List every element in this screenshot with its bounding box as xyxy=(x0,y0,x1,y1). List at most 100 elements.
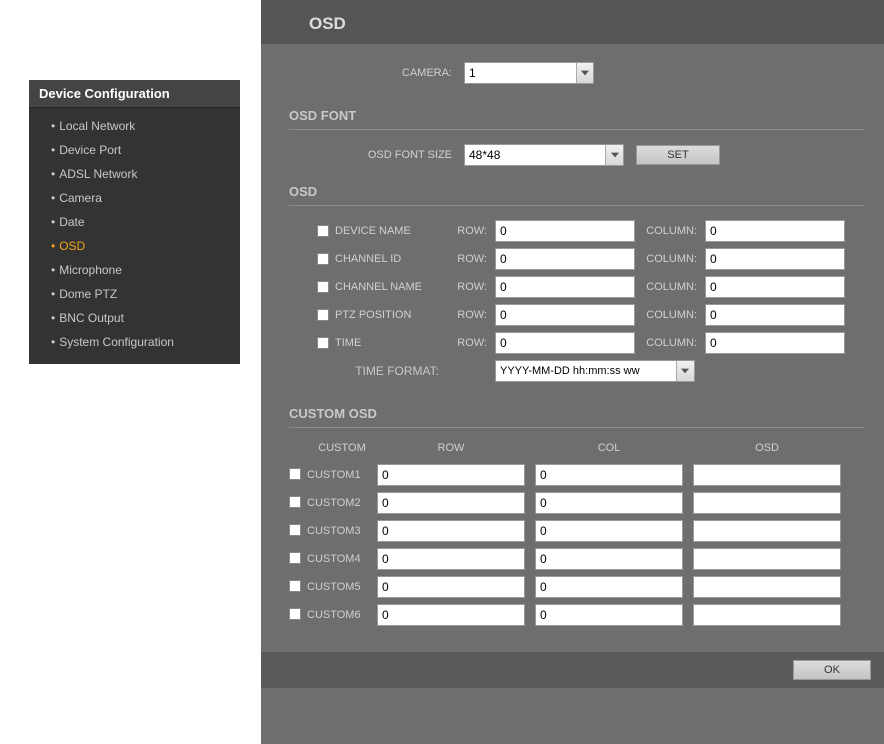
osd-row-device-name: DEVICE NAME ROW: COLUMN: xyxy=(317,220,865,242)
ok-button[interactable]: OK xyxy=(793,660,871,680)
footer: OK xyxy=(261,652,884,688)
channel-id-checkbox[interactable] xyxy=(317,253,329,265)
row-label: ROW: xyxy=(445,337,495,349)
sidebar-item-bnc-output[interactable]: •BNC Output xyxy=(29,306,240,330)
sidebar-item-label: Microphone xyxy=(59,263,122,277)
time-row-input[interactable] xyxy=(495,332,635,354)
sidebar-item-adsl-network[interactable]: •ADSL Network xyxy=(29,162,240,186)
chevron-down-icon[interactable] xyxy=(676,361,694,381)
custom4-row-input[interactable] xyxy=(377,548,525,570)
custom5-col-input[interactable] xyxy=(535,576,683,598)
custom2-row-input[interactable] xyxy=(377,492,525,514)
chevron-down-icon[interactable] xyxy=(576,63,593,83)
channel-id-row-input[interactable] xyxy=(495,248,635,270)
content: CAMERA: OSD FONT OSD FONT SIZE SET OSD xyxy=(261,44,884,626)
custom6-checkbox[interactable] xyxy=(289,608,301,620)
custom2-col-input[interactable] xyxy=(535,492,683,514)
time-label: TIME xyxy=(335,337,445,349)
sidebar-item-camera[interactable]: •Camera xyxy=(29,186,240,210)
time-col-input[interactable] xyxy=(705,332,845,354)
section-osd: OSD xyxy=(289,166,865,206)
ptz-position-row-input[interactable] xyxy=(495,304,635,326)
sidebar-item-label: Local Network xyxy=(59,119,135,133)
custom1-osd-input[interactable] xyxy=(693,464,841,486)
osd-font-size-row: OSD FONT SIZE SET xyxy=(289,144,865,166)
custom-head-osd: OSD xyxy=(693,442,841,454)
osd-row-time: TIME ROW: COLUMN: xyxy=(317,332,865,354)
custom1-row-input[interactable] xyxy=(377,464,525,486)
row-label: ROW: xyxy=(445,281,495,293)
osd-font-size-select[interactable] xyxy=(464,144,624,166)
custom3-checkbox[interactable] xyxy=(289,524,301,536)
set-button[interactable]: SET xyxy=(636,145,720,165)
bullet-icon: • xyxy=(51,311,55,325)
ptz-position-checkbox[interactable] xyxy=(317,309,329,321)
osd-font-size-value[interactable] xyxy=(465,145,605,165)
custom1-col-input[interactable] xyxy=(535,464,683,486)
bullet-icon: • xyxy=(51,143,55,157)
custom3-col-input[interactable] xyxy=(535,520,683,542)
camera-value[interactable] xyxy=(465,63,576,83)
custom5-row-input[interactable] xyxy=(377,576,525,598)
custom4-checkbox[interactable] xyxy=(289,552,301,564)
col-label: COLUMN: xyxy=(635,309,705,321)
time-format-select[interactable] xyxy=(495,360,695,382)
custom3-osd-input[interactable] xyxy=(693,520,841,542)
sidebar-list: • Local Network •Device Port •ADSL Networ… xyxy=(29,108,240,364)
col-label: COLUMN: xyxy=(635,225,705,237)
sidebar-item-date[interactable]: •Date xyxy=(29,210,240,234)
channel-id-col-input[interactable] xyxy=(705,248,845,270)
osd-row-channel-id: CHANNEL ID ROW: COLUMN: xyxy=(317,248,865,270)
time-format-value[interactable] xyxy=(496,361,676,381)
custom6-osd-input[interactable] xyxy=(693,604,841,626)
custom2-checkbox[interactable] xyxy=(289,496,301,508)
custom-head-custom: CUSTOM xyxy=(307,442,377,454)
custom4-label: CUSTOM4 xyxy=(307,553,377,565)
bullet-icon: • xyxy=(51,287,55,301)
custom4-col-input[interactable] xyxy=(535,548,683,570)
sidebar-item-label: Camera xyxy=(59,191,102,205)
sidebar-item-local-network[interactable]: • Local Network xyxy=(29,114,240,138)
sidebar-item-osd[interactable]: • OSD xyxy=(29,234,240,258)
custom1-label: CUSTOM1 xyxy=(307,469,377,481)
chevron-down-icon[interactable] xyxy=(605,145,623,165)
custom3-label: CUSTOM3 xyxy=(307,525,377,537)
camera-label: CAMERA: xyxy=(289,67,464,79)
custom1-checkbox[interactable] xyxy=(289,468,301,480)
device-name-col-input[interactable] xyxy=(705,220,845,242)
custom-row-1: CUSTOM1 xyxy=(289,464,865,486)
channel-name-col-input[interactable] xyxy=(705,276,845,298)
device-name-row-input[interactable] xyxy=(495,220,635,242)
ptz-position-label: PTZ POSITION xyxy=(335,309,445,321)
sidebar-item-system-configuration[interactable]: •System Configuration xyxy=(29,330,240,354)
sidebar: Device Configuration •Local Network •Dev… xyxy=(29,80,240,364)
camera-select[interactable] xyxy=(464,62,594,84)
ptz-position-col-input[interactable] xyxy=(705,304,845,326)
custom3-row-input[interactable] xyxy=(377,520,525,542)
channel-name-row-input[interactable] xyxy=(495,276,635,298)
custom4-osd-input[interactable] xyxy=(693,548,841,570)
custom-row-5: CUSTOM5 xyxy=(289,576,865,598)
custom5-osd-input[interactable] xyxy=(693,576,841,598)
custom5-checkbox[interactable] xyxy=(289,580,301,592)
sidebar-item-microphone[interactable]: •Microphone xyxy=(29,258,240,282)
col-label: COLUMN: xyxy=(635,281,705,293)
sidebar-item-device-port[interactable]: •Device Port xyxy=(29,138,240,162)
custom6-col-input[interactable] xyxy=(535,604,683,626)
device-name-checkbox[interactable] xyxy=(317,225,329,237)
bullet-icon: • xyxy=(51,119,55,133)
sidebar-item-dome-ptz[interactable]: •Dome PTZ xyxy=(29,282,240,306)
osd-font-size-label: OSD FONT SIZE xyxy=(289,149,464,161)
time-format-row: TIME FORMAT: xyxy=(317,360,865,382)
custom6-row-input[interactable] xyxy=(377,604,525,626)
row-label: ROW: xyxy=(445,309,495,321)
section-custom-osd: CUSTOM OSD xyxy=(289,388,865,428)
custom2-osd-input[interactable] xyxy=(693,492,841,514)
bullet-icon: • xyxy=(51,239,55,253)
channel-name-checkbox[interactable] xyxy=(317,281,329,293)
time-checkbox[interactable] xyxy=(317,337,329,349)
device-name-label: DEVICE NAME xyxy=(335,225,445,237)
sidebar-item-label: OSD xyxy=(59,239,85,253)
col-label: COLUMN: xyxy=(635,337,705,349)
osd-row-ptz-position: PTZ POSITION ROW: COLUMN: xyxy=(317,304,865,326)
